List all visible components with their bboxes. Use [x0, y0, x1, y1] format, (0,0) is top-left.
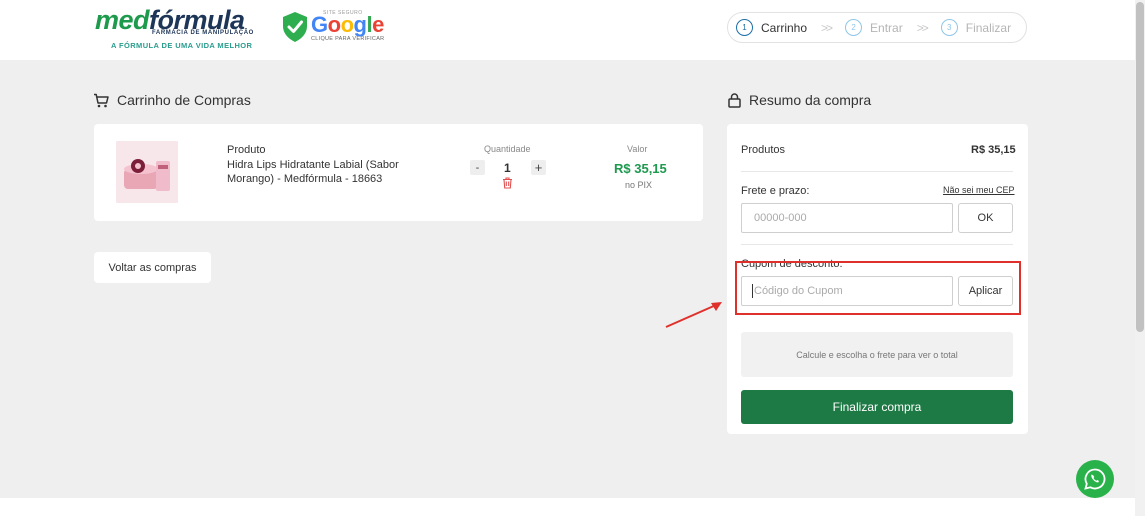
divider [741, 171, 1013, 172]
cart-title: Carrinho de Compras [93, 92, 251, 108]
summary-title-text: Resumo da compra [749, 92, 872, 108]
summary-title: Resumo da compra [728, 92, 871, 108]
lock-icon [728, 92, 741, 108]
back-to-shopping-button[interactable]: Voltar as compras [94, 252, 211, 283]
step-carrinho[interactable]: 1 Carrinho [736, 19, 807, 36]
footer [0, 498, 1135, 516]
value-column-label: Valor [627, 144, 648, 154]
step-entrar[interactable]: 2 Entrar [845, 19, 903, 36]
scrollbar-thumb[interactable] [1136, 2, 1144, 332]
whatsapp-icon [1084, 468, 1106, 490]
product-jar-illustration [116, 141, 178, 203]
verified-shield-icon [283, 12, 307, 42]
cep-ok-button[interactable]: OK [958, 203, 1013, 233]
trash-icon[interactable] [502, 177, 513, 189]
dont-know-cep-link[interactable]: Não sei meu CEP [943, 185, 1015, 195]
annotation-arrow [665, 302, 722, 328]
shipping-label: Frete e prazo: [741, 185, 810, 197]
product-price: R$ 35,15 [614, 161, 667, 176]
step-number: 2 [845, 19, 863, 36]
cep-input[interactable]: 00000-000 [741, 203, 953, 233]
shipping-calc-note: Calcule e escolha o frete para ver o tot… [741, 332, 1013, 377]
quantity-increase-button[interactable]: + [531, 160, 546, 175]
page-scrollbar[interactable] [1135, 0, 1145, 516]
header: medfórmula FARMÁCIA DE MANIPULAÇÃO A FÓR… [0, 0, 1135, 60]
quantity-value[interactable]: 1 [504, 161, 511, 175]
cart-title-text: Carrinho de Compras [117, 92, 251, 108]
step-label: Carrinho [761, 20, 808, 35]
coupon-highlight-box [735, 261, 1021, 315]
whatsapp-button[interactable] [1076, 460, 1114, 498]
step-number: 3 [940, 19, 958, 36]
step-label: Entrar [870, 20, 903, 35]
step-label: Finalizar [965, 20, 1012, 35]
medformula-logo[interactable]: medfórmula FARMÁCIA DE MANIPULAÇÃO A FÓR… [95, 6, 260, 52]
product-column-label: Produto [227, 144, 266, 156]
step-separator-icon: >> [821, 20, 833, 35]
divider [741, 244, 1013, 245]
cart-item-card: Produto Hidra Lips Hidratante Labial (Sa… [94, 124, 703, 221]
google-safe-site-badge[interactable]: SITE SEGURO Google CLIQUE PARA VERIFICAR [281, 9, 386, 45]
checkout-steps: 1 Carrinho >> 2 Entrar >> 3 Finalizar [727, 12, 1027, 43]
google-wordmark: Google [311, 12, 384, 37]
finalize-purchase-button[interactable]: Finalizar compra [741, 390, 1013, 424]
badge-cta-text: CLIQUE PARA VERIFICAR [311, 36, 385, 42]
step-number: 1 [736, 19, 753, 36]
products-label: Produtos [741, 144, 786, 156]
products-total: R$ 35,15 [971, 144, 1016, 156]
quantity-label: Quantidade [484, 144, 531, 154]
price-note: no PIX [625, 180, 653, 190]
step-separator-icon: >> [916, 20, 929, 35]
logo-tagline-top: FARMÁCIA DE MANIPULAÇÃO [152, 30, 254, 36]
cart-icon [94, 93, 109, 107]
step-finalizar[interactable]: 3 Finalizar [940, 19, 1012, 36]
product-name[interactable]: Hidra Lips Hidratante Labial (Sabor Mora… [227, 158, 412, 186]
product-image[interactable] [116, 141, 178, 203]
quantity-decrease-button[interactable]: - [470, 160, 485, 175]
logo-tagline-bottom: A FÓRMULA DE UMA VIDA MELHOR [111, 41, 253, 50]
